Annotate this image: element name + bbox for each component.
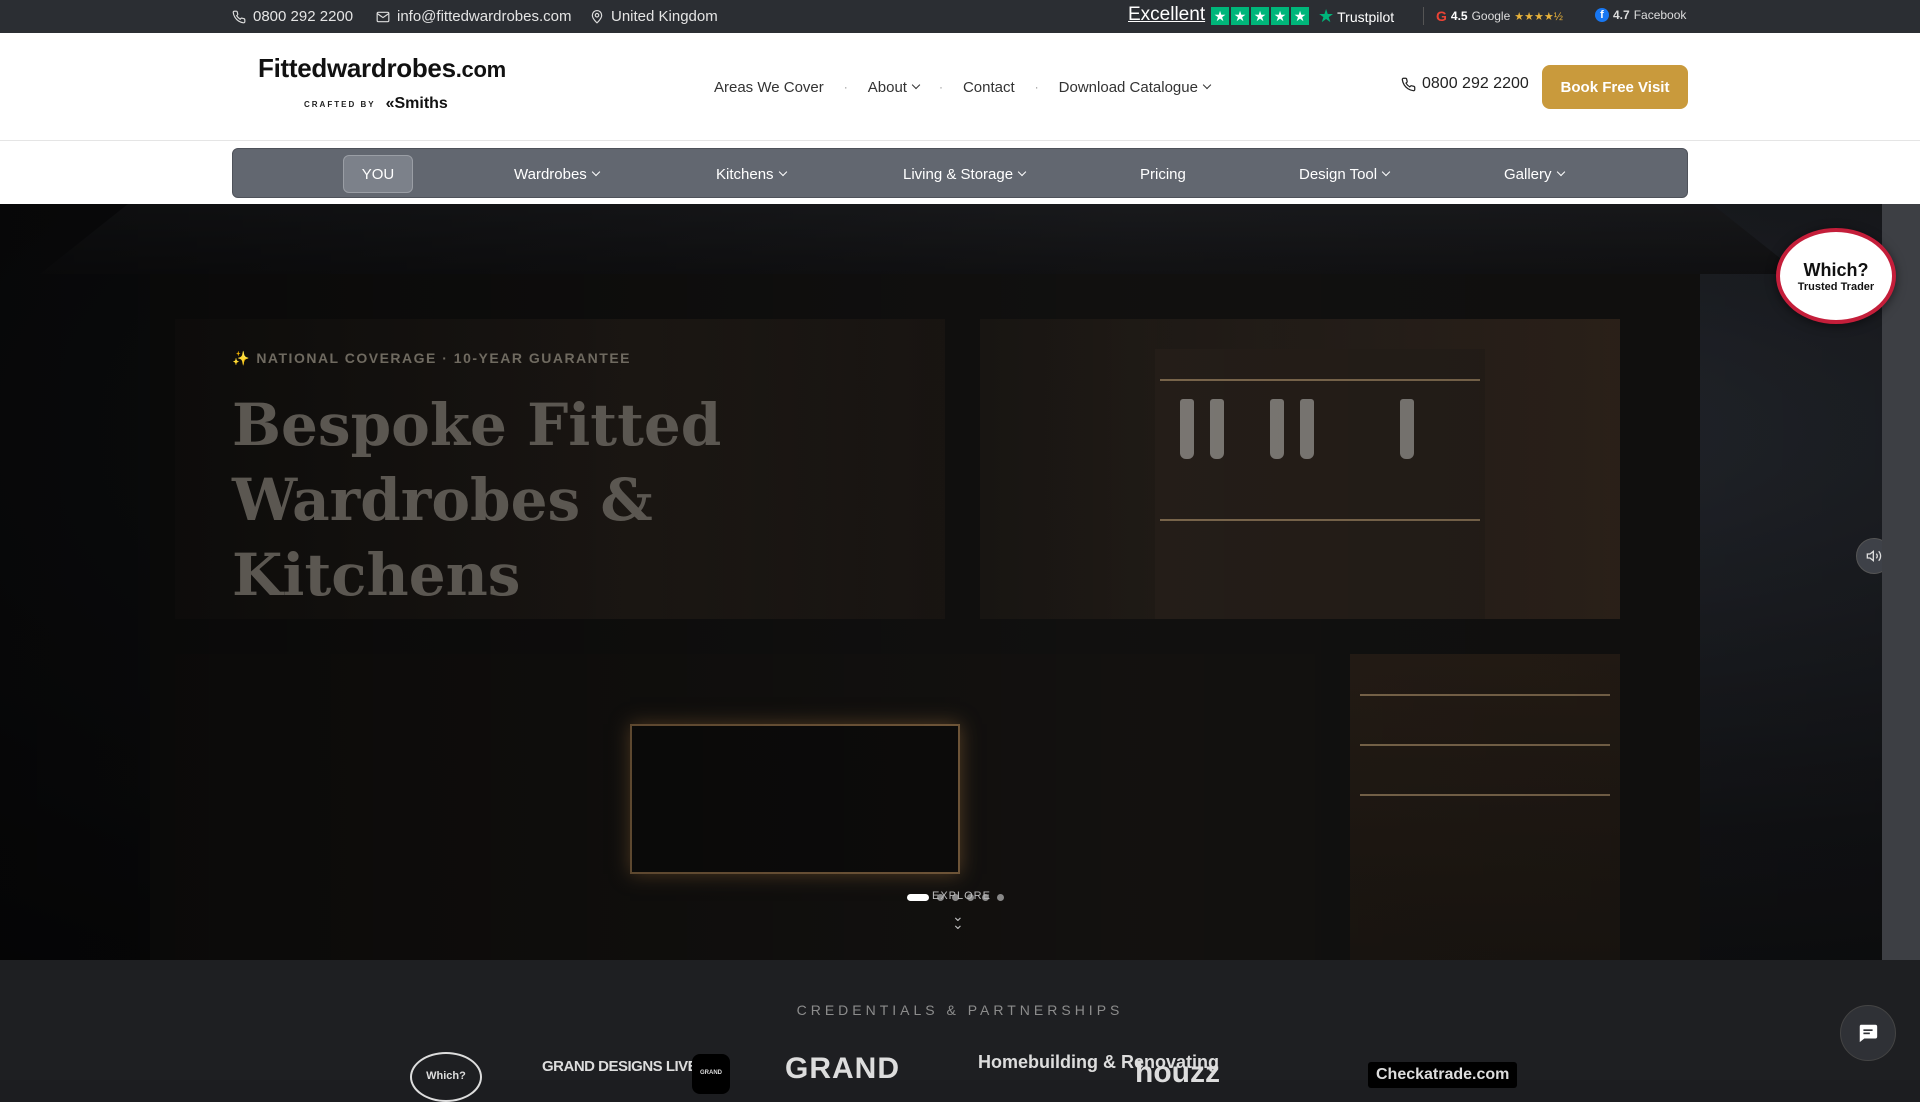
nav-areas-we-cover[interactable]: Areas We Cover [714,79,824,96]
star-icon: ★ [1291,7,1309,25]
hero-eyebrow: ✨ NATIONAL COVERAGE · 10-YEAR GUARANTEE [232,350,631,366]
subnav-label: Wardrobes [514,165,587,183]
chevron-down-icon [591,167,601,177]
header-phone-text: 0800 292 2200 [1422,75,1529,92]
facebook-rating[interactable]: f 4.7 Facebook [1595,8,1686,22]
map-pin-icon [591,9,603,24]
logo-main-text: Fittedwardrobes [258,53,456,83]
phone-icon [1401,77,1416,91]
google-rating[interactable]: G 4.5 Google ★★★★½ [1436,8,1563,24]
slide-dot[interactable] [907,894,929,901]
hero-section: ✨ NATIONAL COVERAGE · 10-YEAR GUARANTEE … [0,204,1882,960]
topbar-location-text: United Kingdom [611,8,718,25]
logo-brand-name: Smiths [394,95,448,112]
topbar-phone-text: 0800 292 2200 [253,8,354,25]
trustpilot-brand: Trustpilot [1337,8,1395,25]
site-logo[interactable]: Fittedwardrobes.com [258,53,506,84]
nav-label: Download Catalogue [1058,78,1198,96]
topbar-email-text: info@fittedwardrobes.com [397,8,572,25]
chat-button[interactable] [1840,1005,1896,1061]
category-nav: YOU Wardrobes Kitchens Living & Storage … [232,148,1688,198]
trustpilot-logo[interactable]: ★ Trustpilot [1318,6,1394,27]
book-free-visit-button[interactable]: Book Free Visit [1542,65,1688,109]
logo-suffix: .com [455,57,506,82]
google-rating-value: 4.5 [1450,9,1468,23]
nav-contact[interactable]: Contact [963,79,1015,96]
star-icon: ★ [1211,7,1229,25]
subnav-item-pricing[interactable]: Pricing [1140,149,1186,199]
scrollbar-track[interactable] [1882,204,1920,960]
slide-dot[interactable] [997,894,1004,901]
trustpilot-rating-label[interactable]: Excellent [1128,4,1205,26]
chevron-down-icon [778,167,787,177]
which-badge-title: Which? [1803,259,1869,280]
credential-logo-checkatrade: Checkatrade.com [1368,1062,1518,1088]
subnav-label: Living & Storage [903,165,1014,183]
facebook-rating-label: Facebook [1633,8,1687,22]
subnav-label: Kitchens [716,165,774,183]
logo-crafted-by: CRAFTED BY «Smiths [304,95,448,113]
subnav-item-living-storage[interactable]: Living & Storage [903,149,1027,199]
nav-label: Areas We Cover [714,78,824,96]
facebook-icon: f [1595,8,1609,22]
chat-icon [1859,1024,1878,1043]
primary-nav: Areas We Cover · About · Contact · Downl… [714,33,1212,141]
subnav-item-gallery[interactable]: Gallery [1504,149,1565,199]
star-icon: ★ [1231,7,1249,25]
trustpilot-stars: ★ ★ ★ ★ ★ [1211,7,1309,25]
top-bar: 0800 292 2200 info@fittedwardrobes.com U… [0,0,1920,33]
header-phone-link[interactable]: 0800 292 2200 [1401,75,1529,93]
subnav-container: YOU Wardrobes Kitchens Living & Storage … [0,141,1920,204]
nav-download-catalogue[interactable]: Download Catalogue [1058,78,1212,96]
logo-crafted-text: CRAFTED BY [304,99,376,109]
trustpilot-star-icon: ★ [1318,6,1335,26]
explore-label[interactable]: EXPLORE [932,890,991,902]
subnav-label: Gallery [1504,165,1552,183]
chevron-down-icon [1381,167,1391,177]
chevron-down-icon [1017,167,1027,177]
subnav-label: Design Tool [1299,165,1378,183]
star-icon: ★ [1271,7,1289,25]
mail-icon [376,11,390,22]
credentials-title: CREDENTIALS & PARTNERSHIPS [796,1002,1124,1018]
google-stars: ★★★★½ [1514,10,1563,23]
nav-separator: · [843,80,848,94]
logo-brand-text: «Smiths [385,95,448,112]
nav-about[interactable]: About [867,78,921,96]
credential-logo-houzz: houzz [1135,1056,1220,1089]
double-chevron-down-icon[interactable]: ⌄ ⌄ [952,909,964,931]
subnav-item-you[interactable]: YOU [343,155,413,193]
credential-logo-grand-designs-live: GRAND DESIGNS LIVE [542,1058,698,1075]
facebook-rating-value: 4.7 [1613,8,1630,22]
credentials-section: CREDENTIALS & PARTNERSHIPS Which? GRAND … [0,960,1920,1102]
topbar-phone-link[interactable]: 0800 292 2200 [232,0,353,33]
which-badge-subtitle: Trusted Trader [1797,280,1875,293]
hero-title: Bespoke Fitted Wardrobes & Kitchens [232,391,722,609]
credential-logo-grand-app: GRAND [692,1054,730,1094]
nav-separator: · [938,80,943,94]
topbar-location: United Kingdom [590,0,718,33]
site-header: Fittedwardrobes.com CRAFTED BY «Smiths A… [0,33,1920,141]
topbar-email-link[interactable]: info@fittedwardrobes.com [376,0,571,33]
credential-logo-grand: GRAND [785,1052,900,1085]
subnav-item-design-tool[interactable]: Design Tool [1299,149,1391,199]
star-icon: ★ [1251,7,1269,25]
volume-icon [1866,549,1882,563]
google-rating-label: Google [1471,9,1511,23]
nav-label: About [867,78,907,96]
chevron-down-icon [1202,80,1212,90]
which-trusted-trader-badge[interactable]: Which? Trusted Trader [1776,228,1896,324]
subnav-label: Pricing [1140,165,1186,183]
phone-icon [232,10,246,23]
subnav-item-kitchens[interactable]: Kitchens [716,149,787,199]
nav-separator: · [1034,80,1039,94]
credential-logo-homebuilding: Homebuilding & Renovating [978,1052,1219,1072]
google-icon: G [1436,8,1447,24]
chevron-down-icon [1556,167,1565,177]
divider [1423,7,1424,25]
chevron-down-icon [911,80,921,90]
subnav-item-wardrobes[interactable]: Wardrobes [514,149,601,199]
nav-label: Contact [962,78,1015,96]
credential-logo-which: Which? [410,1052,482,1102]
